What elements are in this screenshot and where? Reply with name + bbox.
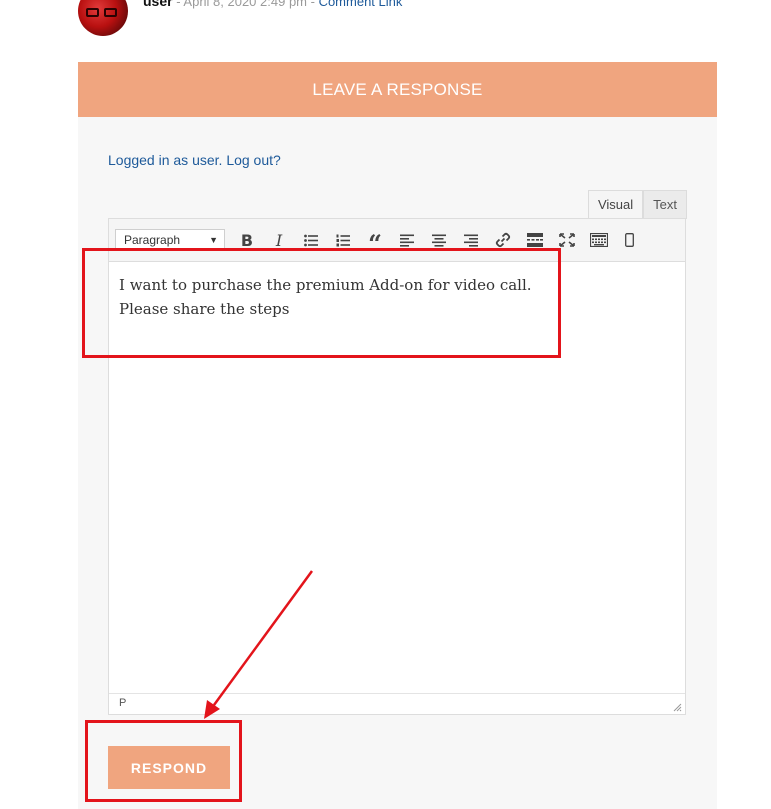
annotation-arrow <box>204 570 314 719</box>
